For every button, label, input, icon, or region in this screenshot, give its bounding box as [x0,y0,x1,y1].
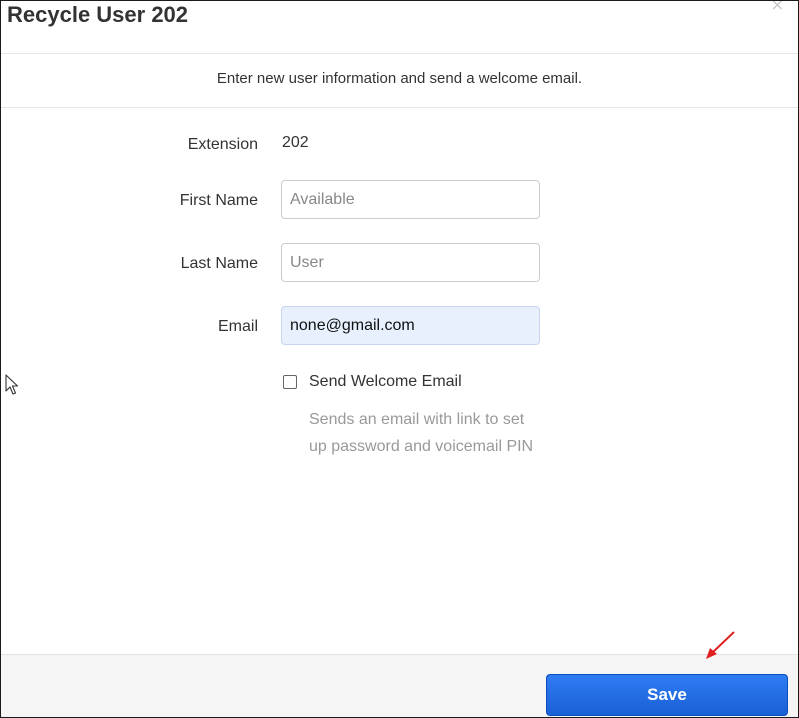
hint-line-1: Sends an email with link to set [309,411,525,428]
send-welcome-hint: Sends an email with link to set up passw… [309,406,589,460]
email-input[interactable] [281,306,540,345]
send-welcome-checkbox[interactable] [283,375,297,389]
dialog-title: Recycle User 202 [7,2,189,27]
hint-line-2: up password and voicemail PIN [309,438,534,455]
red-arrow-icon [706,631,735,659]
extension-value: 202 [282,134,309,151]
first-name-input[interactable] [281,180,540,219]
header-divider [1,53,798,54]
first-name-label: First Name [179,192,258,209]
extension-label: Extension [187,136,258,153]
send-welcome-row: Send Welcome Email [283,371,462,393]
dialog-intro: Enter new user information and send a we… [216,70,583,87]
save-button[interactable]: Save [546,674,788,716]
send-welcome-label[interactable]: Send Welcome Email [309,372,462,392]
dialog-footer: Save [1,654,798,717]
recycle-user-dialog: Recycle User 202 × Enter new user inform… [0,0,799,718]
last-name-label: Last Name [180,255,258,272]
last-name-input[interactable] [281,243,540,282]
dialog-header: Recycle User 202 × [1,1,798,53]
mouse-pointer-icon [5,374,19,395]
email-label: Email [217,318,258,335]
close-icon[interactable]: × [771,1,784,14]
intro-divider [1,107,798,108]
